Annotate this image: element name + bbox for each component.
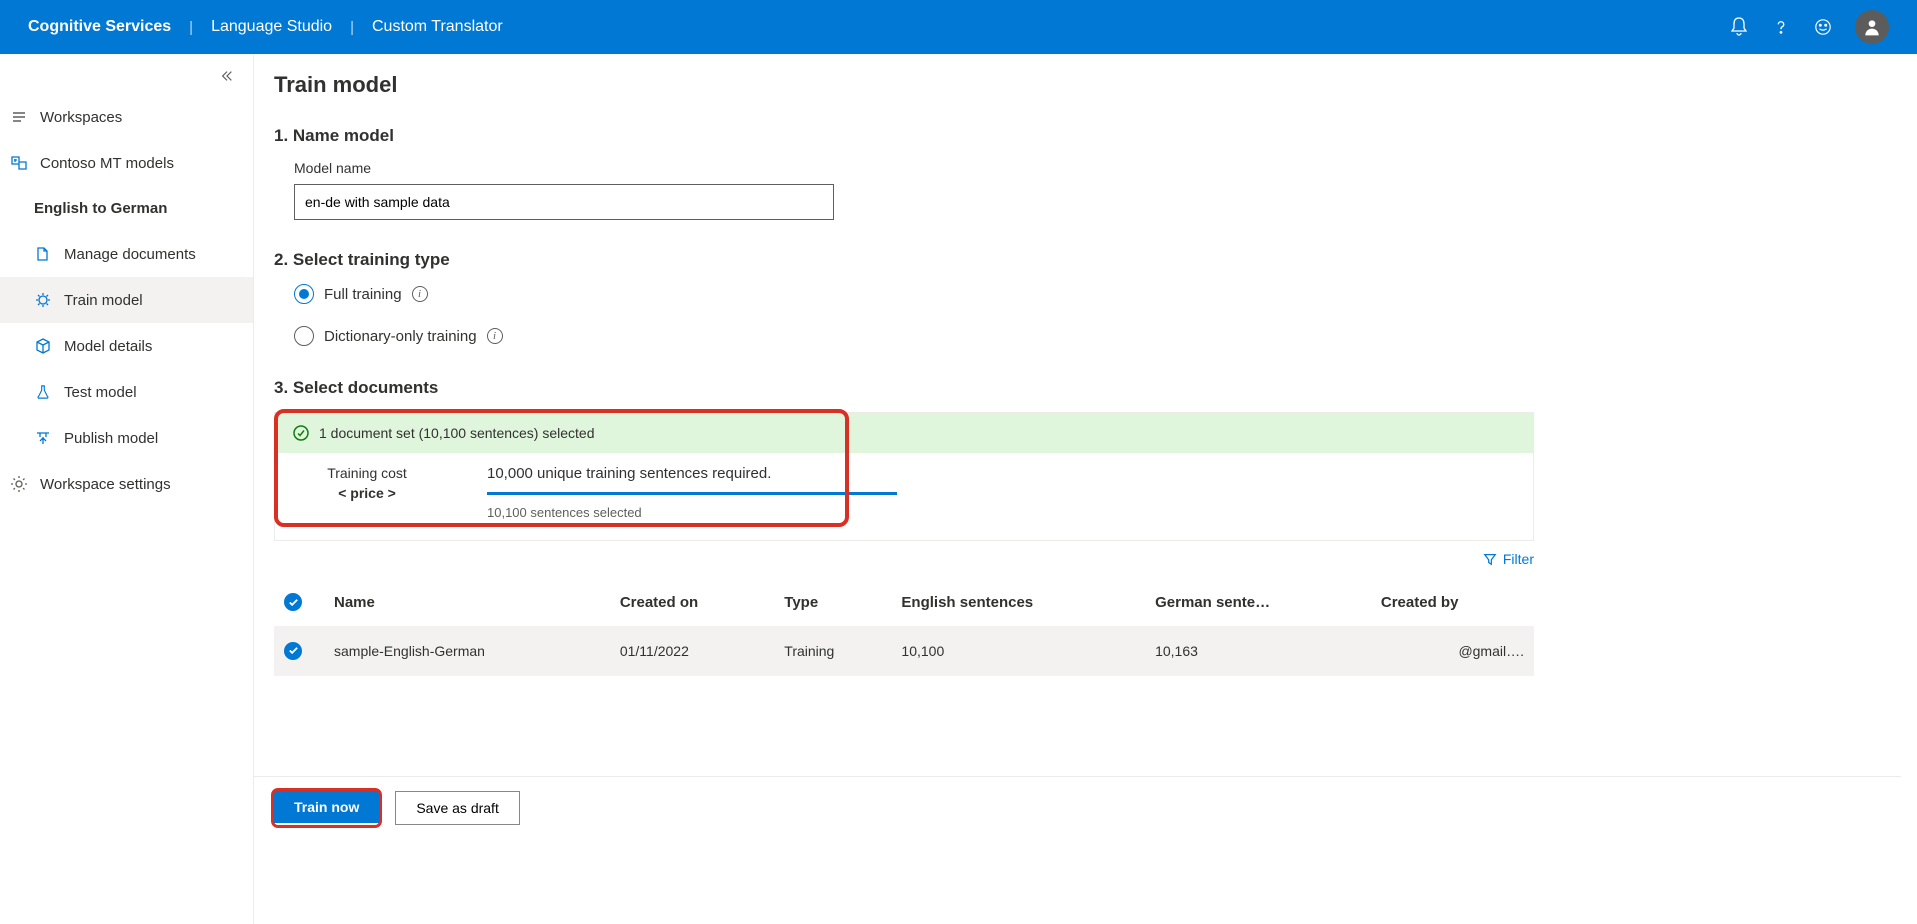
sidebar-item-label: Workspaces — [40, 109, 122, 126]
flask-icon — [34, 383, 52, 401]
row-checkbox[interactable] — [284, 642, 302, 660]
table-row[interactable]: sample-English-German 01/11/2022 Trainin… — [274, 626, 1534, 676]
cell-english: 10,100 — [891, 626, 1145, 676]
footer-bar: Train now Save as draft — [254, 776, 1901, 839]
radio-label: Full training — [324, 286, 402, 303]
sidebar-item-label: Test model — [64, 384, 137, 401]
avatar[interactable] — [1855, 10, 1889, 44]
cost-value: < price > — [338, 485, 396, 501]
cost-requirement-row: Training cost < price > 10,000 unique tr… — [275, 453, 1533, 540]
sidebar-item-project[interactable]: English to German — [0, 186, 253, 231]
filter-label: Filter — [1503, 551, 1534, 567]
sidebar-item-model-details[interactable]: Model details — [0, 323, 253, 369]
page-title: Train model — [274, 72, 1534, 98]
sidebar-collapse-row — [0, 66, 253, 94]
sidebar-item-label: English to German — [34, 200, 167, 217]
sidebar-item-manage-documents[interactable]: Manage documents — [0, 231, 253, 277]
sidebar-item-label: Train model — [64, 292, 143, 309]
documents-icon — [34, 245, 52, 263]
sidebar: Workspaces Contoso MT models English to … — [0, 54, 254, 924]
selected-count-text: 10,100 sentences selected — [487, 505, 897, 520]
sidebar-item-workspace-settings[interactable]: Workspace settings — [0, 461, 253, 507]
cell-german: 10,163 — [1145, 626, 1371, 676]
cell-created-by: @gmail…. — [1371, 626, 1534, 676]
requirement-block: 10,000 unique training sentences require… — [487, 465, 897, 520]
publish-icon — [34, 429, 52, 447]
requirement-text: 10,000 unique training sentences require… — [487, 465, 897, 482]
filter-icon — [1483, 552, 1497, 566]
sidebar-item-test-model[interactable]: Test model — [0, 369, 253, 415]
cube-icon — [34, 337, 52, 355]
training-cost: Training cost < price > — [307, 465, 427, 501]
cell-name: sample-English-German — [324, 626, 610, 676]
crumb-cognitive-services[interactable]: Cognitive Services — [28, 18, 171, 36]
help-icon[interactable] — [1771, 17, 1791, 37]
gear-icon — [10, 475, 28, 493]
sidebar-item-publish-model[interactable]: Publish model — [0, 415, 253, 461]
step3-heading: 3. Select documents — [274, 378, 1534, 398]
radio-label: Dictionary-only training — [324, 328, 477, 345]
sidebar-item-label: Manage documents — [64, 246, 196, 263]
crumb-language-studio[interactable]: Language Studio — [211, 18, 332, 36]
radio-dictionary-only[interactable]: Dictionary-only training i — [294, 326, 1534, 346]
sidebar-item-label: Model details — [64, 338, 152, 355]
progress-bar — [487, 492, 897, 495]
col-name[interactable]: Name — [324, 579, 610, 626]
notifications-icon[interactable] — [1729, 17, 1749, 37]
info-icon[interactable]: i — [487, 328, 503, 344]
translate-icon — [10, 154, 28, 172]
highlight-box: Train now — [274, 791, 379, 825]
selection-summary-text: 1 document set (10,100 sentences) select… — [319, 425, 595, 441]
training-type-group: Full training i Dictionary-only training… — [294, 284, 1534, 346]
documents-table: Name Created on Type English sentences G… — [274, 579, 1534, 676]
sidebar-item-label: Workspace settings — [40, 476, 171, 493]
filter-row: Filter — [274, 541, 1534, 579]
crumb-separator: | — [350, 19, 354, 36]
select-all-checkbox[interactable] — [284, 593, 302, 611]
main: Train model 1. Name model Model name 2. … — [254, 54, 1917, 924]
model-name-label: Model name — [294, 160, 1534, 176]
sidebar-item-train-model[interactable]: Train model — [0, 277, 253, 323]
selection-summary-bar: 1 document set (10,100 sentences) select… — [275, 413, 1533, 453]
sidebar-item-label: Publish model — [64, 430, 158, 447]
crumb-separator: | — [189, 19, 193, 36]
cost-label: Training cost — [327, 465, 407, 481]
filter-button[interactable]: Filter — [1483, 551, 1534, 567]
train-now-button[interactable]: Train now — [274, 791, 379, 823]
col-created-by[interactable]: Created by — [1371, 579, 1534, 626]
list-icon — [10, 108, 28, 126]
check-circle-icon — [293, 425, 309, 441]
crumb-custom-translator[interactable]: Custom Translator — [372, 18, 503, 36]
top-bar: Cognitive Services | Language Studio | C… — [0, 0, 1917, 54]
sidebar-item-workspace[interactable]: Contoso MT models — [0, 140, 253, 186]
step1-heading: 1. Name model — [274, 126, 1534, 146]
step2-heading: 2. Select training type — [274, 250, 1534, 270]
cell-type: Training — [774, 626, 891, 676]
col-type[interactable]: Type — [774, 579, 891, 626]
feedback-icon[interactable] — [1813, 17, 1833, 37]
document-summary-panel: 1 document set (10,100 sentences) select… — [274, 412, 1534, 541]
cell-created-on: 01/11/2022 — [610, 626, 774, 676]
model-name-input[interactable] — [294, 184, 834, 220]
sidebar-item-workspaces[interactable]: Workspaces — [0, 94, 253, 140]
breadcrumb: Cognitive Services | Language Studio | C… — [28, 18, 503, 36]
radio-full-training[interactable]: Full training i — [294, 284, 1534, 304]
radio-icon — [294, 326, 314, 346]
col-german-sentences[interactable]: German sente… — [1145, 579, 1371, 626]
col-english-sentences[interactable]: English sentences — [891, 579, 1145, 626]
collapse-sidebar-icon[interactable] — [217, 66, 237, 86]
sidebar-item-label: Contoso MT models — [40, 155, 174, 172]
save-as-draft-button[interactable]: Save as draft — [395, 791, 520, 825]
shell: Workspaces Contoso MT models English to … — [0, 54, 1917, 924]
content: Train model 1. Name model Model name 2. … — [254, 54, 1554, 776]
train-icon — [34, 291, 52, 309]
radio-icon — [294, 284, 314, 304]
col-created-on[interactable]: Created on — [610, 579, 774, 626]
info-icon[interactable]: i — [412, 286, 428, 302]
top-icons — [1729, 10, 1889, 44]
